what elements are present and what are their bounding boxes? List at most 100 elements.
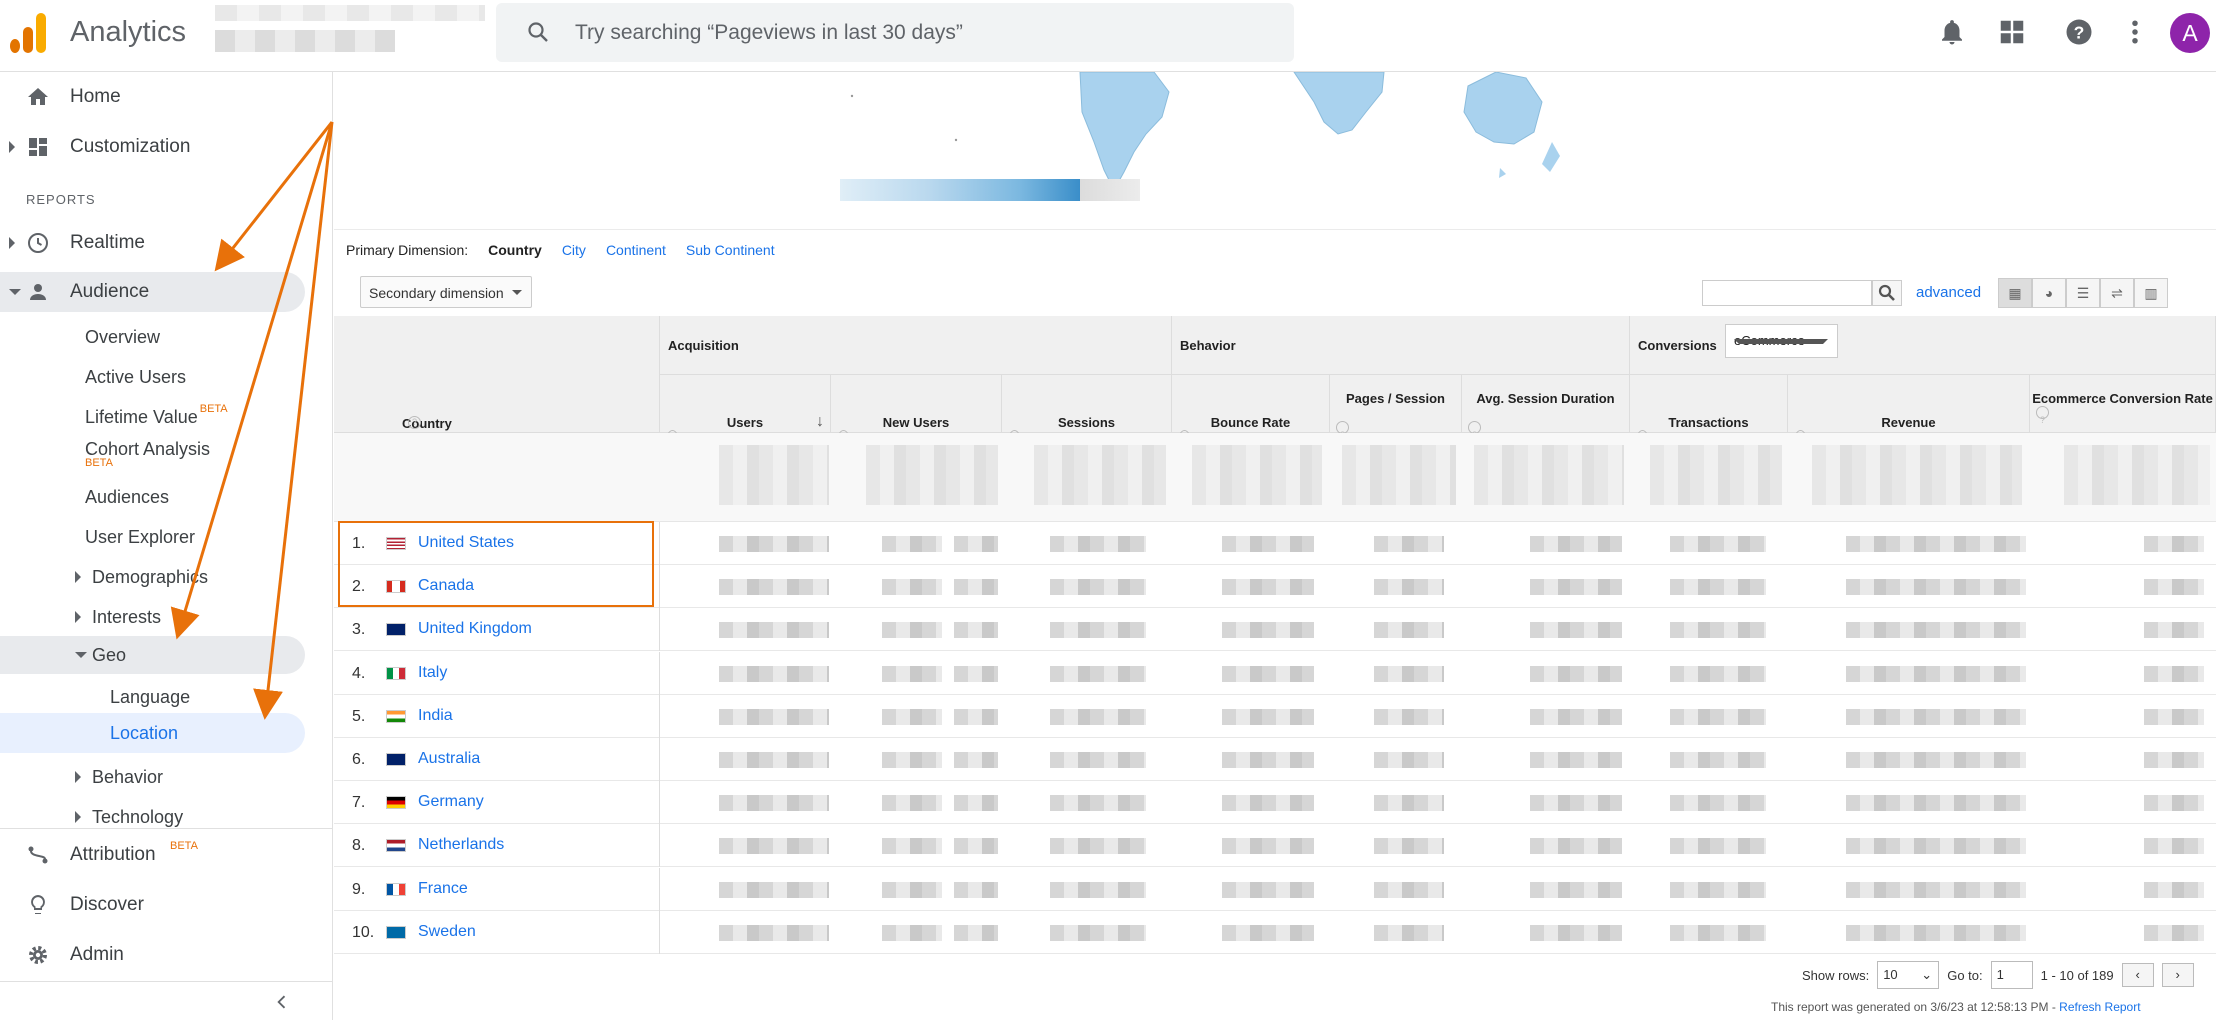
sidebar-item-attribution[interactable]: Attribution BETA bbox=[0, 835, 305, 875]
sidebar-item-label: Realtime bbox=[70, 232, 145, 253]
sidebar-item-audiences[interactable]: Audiences bbox=[85, 479, 169, 515]
avatar[interactable]: A bbox=[2170, 13, 2210, 53]
next-page-button[interactable]: › bbox=[2161, 963, 2194, 987]
sidebar-item-technology[interactable]: Technology bbox=[74, 799, 183, 835]
analytics-logo[interactable] bbox=[10, 13, 48, 53]
country-link[interactable]: France bbox=[418, 880, 468, 898]
sidebar-item-active-users[interactable]: Active Users bbox=[85, 359, 186, 395]
blurred-metric bbox=[1050, 881, 1146, 898]
sidebar-item-admin[interactable]: Admin bbox=[0, 935, 305, 975]
dimension-continent[interactable]: Continent bbox=[606, 242, 666, 258]
sidebar-item-location[interactable]: Location bbox=[110, 715, 178, 751]
country-link[interactable]: Sweden bbox=[418, 923, 476, 941]
country-column-header[interactable]: Country? bbox=[334, 316, 660, 433]
account-selector-blurred[interactable] bbox=[215, 5, 485, 21]
blurred-metric bbox=[1670, 708, 1766, 725]
help-icon[interactable]: ? bbox=[2064, 17, 2094, 47]
sidebar-item-discover[interactable]: Discover bbox=[0, 885, 305, 925]
blurred-metric bbox=[1374, 536, 1444, 552]
sidebar-item-demographics[interactable]: Demographics bbox=[74, 559, 208, 595]
ecommerce-conversion-rate-column-header[interactable]: Ecommerce Conversion Rate? bbox=[2030, 375, 2216, 433]
help-icon[interactable]: ? bbox=[2036, 406, 2049, 425]
country-link[interactable]: Australia bbox=[418, 750, 480, 768]
beta-badge: BETA bbox=[170, 840, 198, 852]
country-link[interactable]: United Kingdom bbox=[418, 620, 532, 638]
sidebar-item-overview[interactable]: Overview bbox=[85, 319, 160, 355]
new-users-column-header[interactable]: New Users? bbox=[831, 375, 1002, 461]
dimension-sub-continent[interactable]: Sub Continent bbox=[686, 242, 775, 258]
sidebar-item-lifetime-value[interactable]: Lifetime Value BETA bbox=[85, 399, 228, 435]
country-link[interactable]: Italy bbox=[418, 664, 447, 682]
sort-down-arrow-icon[interactable]: ↓ bbox=[816, 393, 824, 431]
sidebar-item-geo[interactable]: Geo bbox=[0, 636, 305, 674]
revenue-column-header[interactable]: Revenue? bbox=[1788, 375, 2030, 461]
gear-icon bbox=[29, 946, 47, 964]
collapse-caret-icon[interactable] bbox=[9, 289, 21, 295]
apps-grid-icon[interactable] bbox=[1997, 17, 2027, 47]
secondary-dimension-dropdown[interactable]: Secondary dimension bbox=[360, 276, 532, 308]
sidebar-item-customization[interactable]: Customization bbox=[0, 127, 305, 167]
chevron-left-icon[interactable] bbox=[272, 992, 292, 1012]
bounce-rate-column-header[interactable]: Bounce Rate? bbox=[1172, 375, 1330, 461]
expand-caret-icon[interactable] bbox=[9, 141, 15, 153]
sidebar-item-audience[interactable]: Audience bbox=[0, 272, 305, 312]
country-link[interactable]: Netherlands bbox=[418, 836, 504, 854]
blurred-metric bbox=[1222, 708, 1314, 725]
advanced-filter-link[interactable]: advanced bbox=[1916, 284, 1981, 301]
sessions-column-header[interactable]: Sessions? bbox=[1002, 375, 1172, 461]
world-map[interactable] bbox=[334, 71, 2216, 230]
country-link[interactable]: Germany bbox=[418, 793, 484, 811]
more-vert-icon[interactable] bbox=[2120, 17, 2150, 47]
show-rows-select[interactable]: 10 ⌄ bbox=[1877, 961, 1940, 989]
expand-caret-icon[interactable] bbox=[75, 811, 81, 823]
pie-view-icon[interactable]: ◕ bbox=[2032, 278, 2066, 308]
avg-session-duration-column-header[interactable]: Avg. Session Duration? bbox=[1462, 375, 1630, 440]
sidebar-item-realtime[interactable]: Realtime bbox=[0, 223, 305, 263]
sidebar-item-home[interactable]: Home bbox=[0, 77, 305, 117]
sidebar-item-behavior[interactable]: Behavior bbox=[74, 759, 163, 795]
table-search-button[interactable] bbox=[1872, 280, 1902, 306]
transactions-column-header[interactable]: Transactions? bbox=[1630, 375, 1788, 461]
table-row: 7. Germany bbox=[334, 781, 2216, 825]
bell-icon[interactable] bbox=[1937, 17, 1967, 47]
blurred-metric bbox=[1530, 622, 1622, 639]
dimension-city[interactable]: City bbox=[562, 242, 586, 258]
blurred-metric bbox=[954, 708, 998, 725]
blurred-metric bbox=[1050, 708, 1146, 725]
help-icon[interactable]: ? bbox=[408, 416, 421, 429]
expand-caret-icon[interactable] bbox=[75, 771, 81, 783]
previous-page-button[interactable]: ‹ bbox=[2121, 963, 2154, 987]
blurred-metric bbox=[2144, 838, 2204, 855]
blurred-total bbox=[1342, 445, 1456, 505]
refresh-report-link[interactable]: Refresh Report bbox=[2059, 1000, 2140, 1014]
collapse-caret-icon[interactable] bbox=[75, 652, 87, 658]
country-link[interactable]: India bbox=[418, 707, 453, 725]
users-column-header[interactable]: Users?↓ bbox=[660, 375, 831, 461]
blurred-metric bbox=[2144, 795, 2204, 812]
table-view-icon[interactable]: ▦ bbox=[1998, 278, 2032, 308]
table-row: 6. Australia bbox=[334, 738, 2216, 781]
dimension-country[interactable]: Country bbox=[488, 242, 542, 258]
goto-page-input[interactable]: 1 bbox=[1990, 961, 2033, 989]
sidebar-item-user-explorer[interactable]: User Explorer bbox=[85, 519, 195, 555]
search-bar[interactable]: Try searching “Pageviews in last 30 days… bbox=[496, 3, 1294, 62]
generated-text: This report was generated on 3/6/23 at 1… bbox=[1771, 1000, 2060, 1014]
property-selector-blurred[interactable] bbox=[215, 30, 395, 52]
table-filter-input[interactable] bbox=[1702, 280, 1872, 306]
expand-caret-icon[interactable] bbox=[75, 611, 81, 623]
search-placeholder[interactable]: Try searching “Pageviews in last 30 days… bbox=[575, 21, 963, 45]
pages-session-column-header[interactable]: Pages / Session? bbox=[1330, 375, 1462, 440]
comparison-view-icon[interactable]: ⇌ bbox=[2100, 278, 2134, 308]
pivot-view-icon[interactable]: ▥ bbox=[2134, 278, 2168, 308]
conversions-type-select[interactable]: eCommerce bbox=[1725, 324, 1838, 358]
header-label: Users bbox=[726, 415, 764, 430]
row-rank: 10. bbox=[352, 923, 375, 941]
sidebar-item-language[interactable]: Language bbox=[110, 679, 190, 715]
blurred-metric bbox=[954, 622, 998, 639]
sidebar-item-interests[interactable]: Interests bbox=[74, 599, 161, 635]
app-title: Analytics bbox=[70, 16, 187, 48]
blurred-metric bbox=[1846, 795, 2026, 812]
expand-caret-icon[interactable] bbox=[75, 571, 81, 583]
performance-view-icon[interactable]: ☰ bbox=[2066, 278, 2100, 308]
expand-caret-icon[interactable] bbox=[9, 237, 15, 249]
